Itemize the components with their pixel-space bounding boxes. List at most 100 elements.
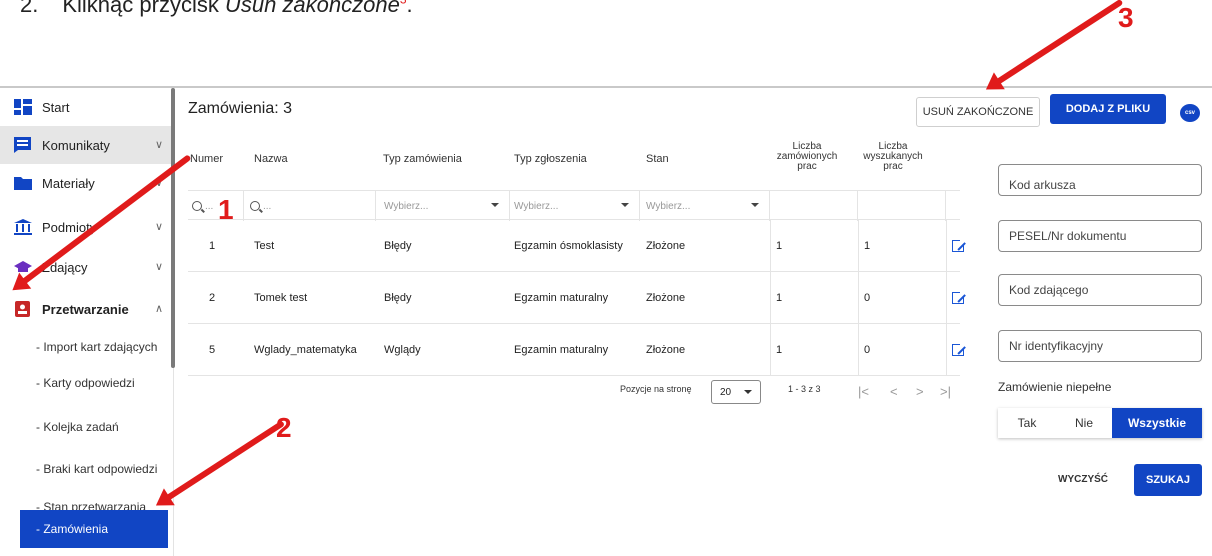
institution-icon bbox=[14, 219, 32, 235]
sidebar-item-label: Materiały bbox=[42, 175, 95, 191]
cell-divider bbox=[858, 272, 859, 324]
open-external-icon[interactable] bbox=[952, 238, 966, 252]
header-line: prac bbox=[883, 161, 903, 172]
cell-zamowionych: 1 bbox=[776, 240, 783, 252]
cell-typ-zamowienia: Wglądy bbox=[384, 344, 421, 356]
kod-zdajacego-field[interactable]: Kod zdającego bbox=[998, 274, 1202, 306]
csv-export-icon[interactable]: csv bbox=[1180, 104, 1200, 122]
prev-page-button[interactable]: < bbox=[890, 384, 898, 399]
first-page-button[interactable]: |< bbox=[858, 384, 869, 399]
chevron-down-icon: ∨ bbox=[154, 261, 163, 273]
filter-placeholder: Wybierz... bbox=[646, 200, 691, 212]
filter-typ-zgloszenia[interactable]: Wybierz... bbox=[510, 191, 640, 221]
sidebar-subitem-kolejka[interactable]: - Kolejka zadań bbox=[0, 408, 171, 446]
sidebar-subitem-zamowienia[interactable]: - Zamówienia bbox=[20, 510, 168, 548]
col-header-stan: Stan bbox=[646, 153, 669, 165]
cell-divider bbox=[946, 272, 947, 324]
badge-icon bbox=[14, 301, 32, 317]
instruction-marker: 3 bbox=[400, 0, 407, 7]
screenshot-root: { "doc_header": {"number": "2.", "prefix… bbox=[0, 0, 1212, 556]
clear-button[interactable]: WYCZYŚĆ bbox=[1058, 474, 1108, 485]
folder-icon bbox=[14, 175, 32, 191]
cell-wyszukanych: 0 bbox=[864, 344, 871, 356]
delete-finished-button[interactable]: USUŃ ZAKOŃCZONE bbox=[916, 97, 1040, 127]
sidebar-subitem-import[interactable]: - Import kart zdających bbox=[0, 328, 171, 366]
filter-zamowionych bbox=[770, 191, 858, 221]
col-header-typ-zamowienia: Typ zamówienia bbox=[383, 153, 462, 165]
cell-divider bbox=[858, 220, 859, 272]
cell-divider bbox=[858, 324, 859, 376]
col-header-wyszukanych: Liczba wyszukanych prac bbox=[856, 142, 930, 172]
main-content: Zamówienia: 3 USUŃ ZAKOŃCZONE DODAJ Z PL… bbox=[176, 88, 1212, 556]
kod-arkusza-field[interactable]: Kod arkusza bbox=[998, 164, 1202, 196]
chevron-down-icon: ∨ bbox=[154, 139, 163, 151]
toggle-tak[interactable]: Tak bbox=[998, 408, 1056, 438]
sidebar-subitem-karty[interactable]: - Karty odpowiedzi bbox=[0, 364, 171, 402]
table-row: 2 Tomek test Błędy Egzamin maturalny Zło… bbox=[188, 272, 966, 324]
cell-wyszukanych: 0 bbox=[864, 292, 871, 304]
sidebar-item-label: Start bbox=[42, 99, 70, 115]
cell-typ-zamowienia: Błędy bbox=[384, 292, 412, 304]
filter-placeholder: Wybierz... bbox=[384, 200, 429, 212]
cell-divider bbox=[946, 220, 947, 272]
toggle-nie[interactable]: Nie bbox=[1056, 408, 1112, 438]
cell-stan: Złożone bbox=[646, 344, 686, 356]
pager-label: Pozycje na stronę bbox=[620, 384, 692, 394]
sidebar-item-label: Komunikaty bbox=[42, 137, 110, 153]
cell-nazwa: Tomek test bbox=[254, 292, 308, 304]
cell-typ-zgloszenia: Egzamin maturalny bbox=[514, 292, 609, 304]
instruction-line: 2. Kliknąć przycisk Usuń zakończone3. bbox=[20, 0, 413, 18]
nr-identyfikacyjny-field[interactable]: Nr identyfikacyjny bbox=[998, 330, 1202, 362]
cell-stan: Złożone bbox=[646, 240, 686, 252]
last-page-button[interactable]: >| bbox=[940, 384, 951, 399]
page-title: Zamówienia: 3 bbox=[188, 100, 293, 117]
next-page-button[interactable]: > bbox=[916, 384, 924, 399]
filter-numer[interactable]: ... bbox=[188, 191, 244, 221]
table-filter-row: ... ... Wybierz... Wybierz... Wybierz... bbox=[188, 190, 960, 221]
sidebar-subitem-braki[interactable]: - Braki kart odpowiedzi bbox=[0, 450, 171, 488]
dropdown-arrow-icon bbox=[621, 203, 629, 207]
annotation-number-1: 1 bbox=[218, 194, 234, 225]
filter-typ-zamowienia[interactable]: Wybierz... bbox=[376, 191, 510, 221]
message-icon bbox=[14, 137, 32, 153]
per-page-value: 20 bbox=[720, 386, 732, 398]
pesel-field[interactable]: PESEL/Nr dokumentu bbox=[998, 220, 1202, 252]
sidebar-item-start[interactable]: Start bbox=[0, 88, 171, 126]
sidebar-item-przetwarzanie[interactable]: Przetwarzanie ∧ bbox=[0, 290, 171, 328]
cell-numer: 2 bbox=[208, 292, 216, 304]
annotation-number-2: 2 bbox=[276, 412, 292, 443]
open-external-icon[interactable] bbox=[952, 290, 966, 304]
table-row: 1 Test Błędy Egzamin ósmoklasisty Złożon… bbox=[188, 220, 966, 272]
filter-wyszukanych bbox=[858, 191, 946, 221]
cell-divider bbox=[770, 272, 771, 324]
filter-placeholder: Wybierz... bbox=[514, 200, 559, 212]
cell-nazwa: Wglady_matematyka bbox=[254, 344, 357, 356]
cell-divider bbox=[770, 324, 771, 376]
pager-range: 1 - 3 z 3 bbox=[788, 384, 821, 394]
filter-placeholder: ... bbox=[263, 200, 272, 212]
instruction-suffix: . bbox=[406, 0, 413, 17]
cell-zamowionych: 1 bbox=[776, 292, 783, 304]
annotation-number-3: 3 bbox=[1118, 2, 1134, 33]
search-button[interactable]: SZUKAJ bbox=[1134, 464, 1202, 496]
per-page-select[interactable]: 20 bbox=[711, 380, 761, 404]
open-external-icon[interactable] bbox=[952, 342, 966, 356]
sidebar-scrollbar[interactable] bbox=[171, 88, 175, 368]
cell-divider bbox=[770, 220, 771, 272]
sidebar-item-materialy[interactable]: Materiały ∨ bbox=[0, 164, 171, 202]
toggle-wszystkie[interactable]: Wszystkie bbox=[1112, 408, 1202, 438]
table-row: 5 Wglady_matematyka Wglądy Egzamin matur… bbox=[188, 324, 966, 376]
instruction-prefix: Kliknąć przycisk bbox=[62, 0, 225, 17]
instruction-button-name: Usuń zakończone bbox=[224, 0, 400, 17]
cell-typ-zgloszenia: Egzamin maturalny bbox=[514, 344, 609, 356]
filter-nazwa[interactable]: ... bbox=[244, 191, 376, 221]
cell-typ-zamowienia: Błędy bbox=[384, 240, 412, 252]
sidebar-item-podmioty[interactable]: Podmioty ∨ bbox=[0, 208, 171, 246]
dropdown-arrow-icon bbox=[744, 390, 752, 394]
chevron-up-icon: ∧ bbox=[154, 303, 163, 315]
cell-numer: 1 bbox=[208, 240, 216, 252]
add-from-file-button[interactable]: DODAJ Z PLIKU bbox=[1050, 94, 1166, 124]
sidebar-item-komunikaty[interactable]: Komunikaty ∨ bbox=[0, 126, 171, 164]
dropdown-arrow-icon bbox=[491, 203, 499, 207]
filter-stan[interactable]: Wybierz... bbox=[640, 191, 770, 221]
